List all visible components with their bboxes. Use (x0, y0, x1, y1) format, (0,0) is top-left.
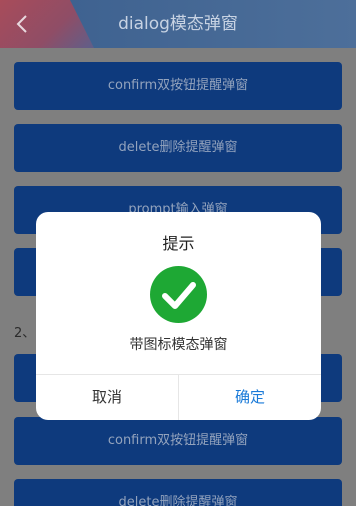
page-title: dialog模态弹窗 (118, 14, 238, 34)
section2-confirm-button[interactable]: confirm双按钮提醒弹窗 (14, 417, 342, 465)
dialog-footer: 取消 确定 (36, 374, 321, 420)
section-2-label: 2、 (14, 326, 36, 341)
app-header: dialog模态弹窗 (0, 0, 356, 48)
confirm-dialog-button[interactable]: confirm双按钮提醒弹窗 (14, 62, 342, 110)
confirm-button[interactable]: 确定 (179, 375, 321, 420)
dialog-title: 提示 (162, 234, 195, 253)
check-circle-icon (150, 266, 207, 323)
cancel-button[interactable]: 取消 (36, 375, 179, 420)
dialog-message: 带图标模态弹窗 (129, 337, 228, 353)
section2-delete-button[interactable]: delete删除提醒弹窗 (14, 479, 342, 506)
modal-dialog: 提示 带图标模态弹窗 取消 确定 (36, 212, 321, 420)
delete-dialog-button[interactable]: delete删除提醒弹窗 (14, 124, 342, 172)
